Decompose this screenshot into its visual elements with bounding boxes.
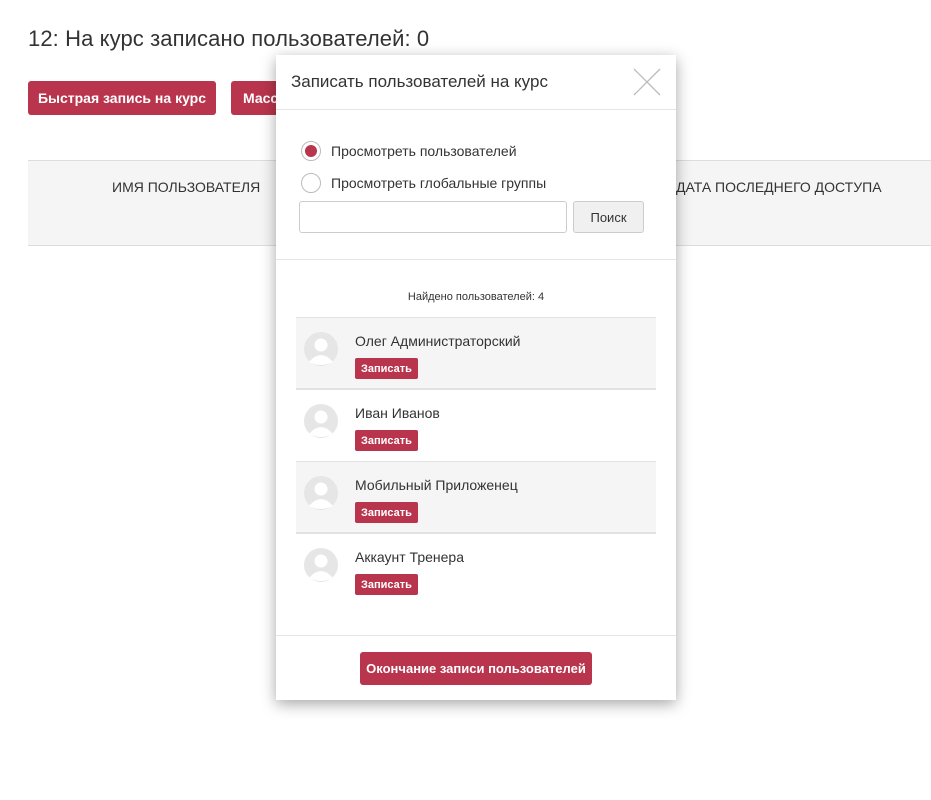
dialog-footer: Окончание записи пользователей	[276, 635, 676, 701]
column-header-username[interactable]: ИМЯ ПОЛЬЗОВАТЕЛЯ	[112, 179, 260, 195]
list-item: Мобильный Приложенец Записать	[296, 461, 656, 533]
user-name: Мобильный Приложенец	[355, 477, 518, 493]
finish-enrolling-button[interactable]: Окончание записи пользователей	[360, 652, 592, 685]
quick-enroll-button[interactable]: Быстрая запись на курс	[28, 81, 216, 115]
dialog-title: Записать пользователей на курс	[291, 72, 548, 91]
list-item: Аккаунт Тренера Записать	[296, 533, 656, 605]
enroll-button[interactable]: Записать	[355, 502, 418, 523]
column-header-last-access[interactable]: ДАТА ПОСЛЕДНЕГО ДОСТУПА	[676, 179, 882, 195]
radio-button-checked[interactable]	[301, 141, 321, 161]
enroll-button[interactable]: Записать	[355, 430, 418, 451]
list-item: Иван Иванов Записать	[296, 389, 656, 461]
found-users-count: Найдено пользователей: 4	[407, 291, 545, 303]
radio-browse-users[interactable]: Просмотреть пользователей	[301, 141, 517, 161]
enroll-button[interactable]: Записать	[355, 574, 418, 595]
user-name: Аккаунт Тренера	[355, 549, 464, 565]
radio-label: Просмотреть глобальные группы	[331, 175, 547, 191]
list-item: Олег Администраторский Записать	[296, 317, 656, 389]
avatar	[304, 548, 338, 582]
radio-label: Просмотреть пользователей	[331, 143, 517, 159]
divider	[276, 259, 676, 260]
user-name: Иван Иванов	[355, 405, 440, 421]
search-input[interactable]	[299, 201, 567, 233]
user-name: Олег Администраторский	[355, 333, 521, 349]
avatar	[304, 404, 338, 438]
enroll-button[interactable]: Записать	[355, 358, 418, 379]
dialog-header: Записать пользователей на курс	[276, 55, 676, 110]
avatar	[304, 332, 338, 366]
radio-browse-global-groups[interactable]: Просмотреть глобальные группы	[301, 173, 546, 193]
avatar	[304, 476, 338, 510]
close-icon[interactable]	[632, 67, 662, 97]
search-button[interactable]: Поиск	[573, 201, 644, 233]
user-list: Олег Администраторский Записать Иван Ива…	[296, 317, 656, 605]
radio-button-unchecked[interactable]	[301, 173, 321, 193]
page-title: 12: На курс записано пользователей: 0	[28, 26, 430, 51]
enrol-users-dialog: Записать пользователей на курс Просмотре…	[276, 55, 676, 700]
